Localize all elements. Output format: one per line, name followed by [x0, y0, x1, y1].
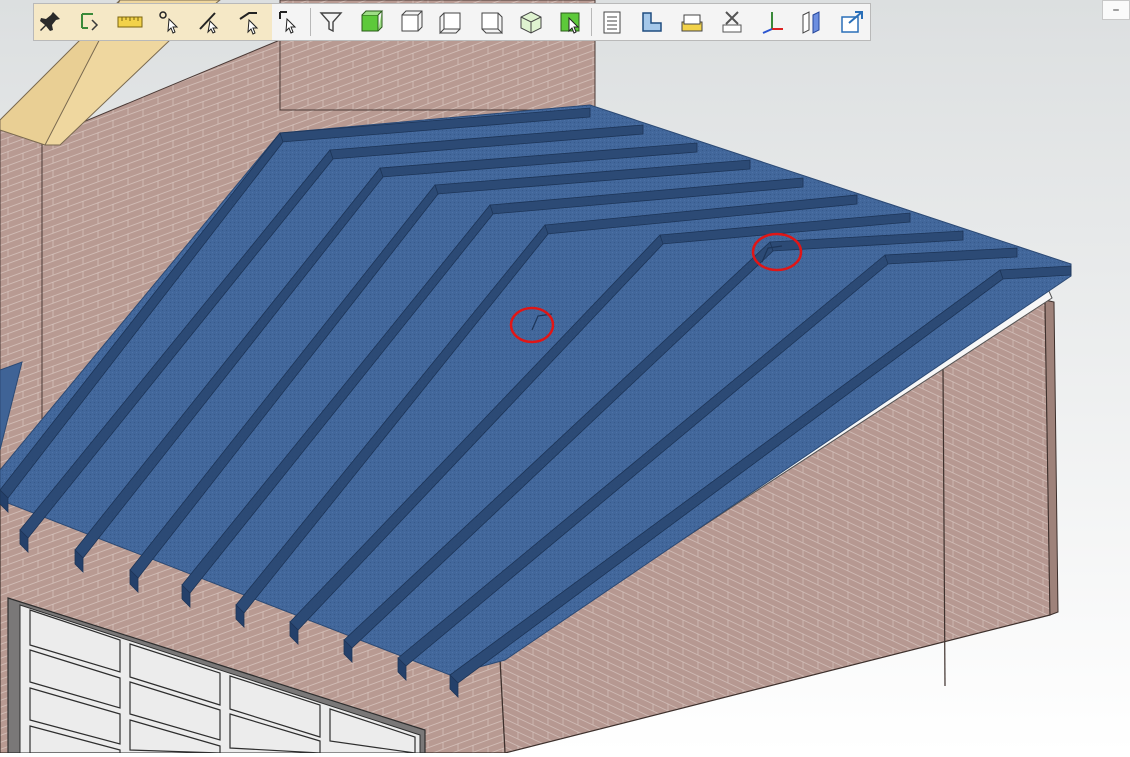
view-right-button[interactable]: [477, 7, 505, 37]
axes-button[interactable]: [758, 7, 786, 37]
filter-button[interactable]: [317, 7, 345, 37]
building-model[interactable]: [0, 0, 1130, 754]
select-solid-button[interactable]: [276, 7, 304, 37]
select-point-icon: [159, 11, 179, 34]
view-toolbar: [33, 3, 871, 41]
view-front-button[interactable]: [357, 7, 385, 37]
select-active-button[interactable]: [557, 7, 585, 37]
section-icon: [642, 12, 662, 32]
pick-transform-button[interactable]: [76, 7, 104, 37]
select-edge-button[interactable]: [196, 7, 224, 37]
toolbar-separator: [591, 8, 592, 36]
view-back-icon: [401, 10, 423, 32]
3d-viewport[interactable]: [0, 0, 1130, 754]
minimize-button[interactable]: –: [1102, 0, 1130, 20]
select-face-button[interactable]: [236, 7, 264, 37]
mirror-icon: [802, 11, 820, 34]
pick-transform-icon: [81, 13, 99, 31]
pin-icon: [40, 12, 60, 31]
toolbar-buttons: [36, 7, 878, 37]
view-back-button[interactable]: [397, 7, 425, 37]
measure-button[interactable]: [116, 7, 144, 37]
layer-box-button[interactable]: [678, 7, 706, 37]
select-point-button[interactable]: [156, 7, 184, 37]
view-left-icon: [439, 12, 461, 35]
export-icon: [841, 11, 863, 33]
view-front-icon: [361, 10, 384, 32]
select-active-icon: [560, 12, 580, 34]
select-face-icon: [239, 12, 259, 35]
mirror-button[interactable]: [798, 7, 826, 37]
ruler-icon: [117, 16, 143, 28]
export-view-button[interactable]: [838, 7, 866, 37]
axes-icon: [762, 12, 783, 34]
stair-section-button[interactable]: [638, 7, 666, 37]
view-left-button[interactable]: [437, 7, 465, 37]
view-iso-icon: [520, 11, 542, 34]
clear-section-button[interactable]: [718, 7, 746, 37]
view-right-icon: [481, 12, 503, 35]
sheet-list-button[interactable]: [598, 7, 626, 37]
sheet-list-icon: [603, 11, 621, 34]
select-edge-icon: [199, 12, 219, 34]
layer-box-icon: [681, 14, 703, 32]
pin-button[interactable]: [36, 7, 64, 37]
toolbar-separator: [310, 8, 311, 36]
filter-icon: [319, 12, 343, 33]
clear-section-icon: [722, 11, 742, 33]
select-solid-icon: [279, 11, 297, 34]
view-iso-button[interactable]: [517, 7, 545, 37]
